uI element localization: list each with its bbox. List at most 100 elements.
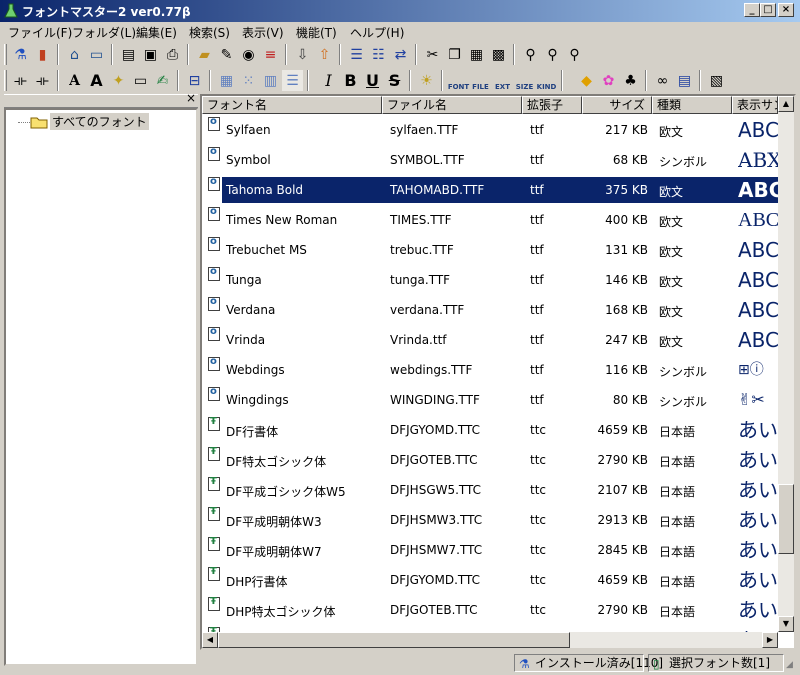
resize-grip[interactable]: ◢ [786,660,798,672]
font-size-large-button[interactable]: A [86,70,107,91]
tree-item-all-fonts[interactable]: すべてのフォント [50,113,149,130]
close-icon[interactable]: × [186,91,196,105]
pen-icon[interactable]: ✍ [152,70,173,91]
scroll-right-button[interactable]: ▶ [762,632,778,648]
character-icon[interactable]: ♣ [620,70,641,91]
table-row[interactable]: Ŧ DF平成明朝体W7 DFJHSMW7.TTC ttc 2845 KB 日本語 あい [202,534,778,564]
ruler-icon[interactable]: ▭ [130,70,151,91]
table-row[interactable]: Ŧ DF特太ゴシック体 DFJGOTEB.TTC ttc 2790 KB 日本語 あい [202,444,778,474]
sort-ext-button[interactable]: EXT [492,70,513,91]
table-row[interactable]: ο Verdana verdana.TTF ttf 168 KB 欧文 ABC [202,294,778,324]
italic-button[interactable]: I [318,70,339,91]
print-icon[interactable]: ⎙ [162,44,183,65]
color-icon[interactable]: ✦ [108,70,129,91]
menu-tools[interactable]: 機能(T) [296,24,337,41]
compare-icon[interactable]: ≡ [260,44,281,65]
column-header-sample[interactable]: 表示サンプル [732,96,778,114]
table-row[interactable]: Ŧ DHP特太ゴシック体 DFJGOTEB.TTC ttc 2790 KB 日本語 あい [202,594,778,624]
menu-help[interactable]: ヘルプ(H) [350,24,404,41]
home-icon[interactable]: ⌂ [64,44,85,65]
menu-search[interactable]: 検索(S) [189,24,230,41]
large-icons-icon[interactable]: ▦ [216,70,237,91]
sort-font-button[interactable]: FONT [448,70,469,91]
align-center-icon[interactable]: ☷ [368,44,389,65]
horizontal-scroll-thumb[interactable] [218,632,570,648]
cut-icon[interactable]: ✂ [422,44,443,65]
width-narrow-icon[interactable]: ⟛ [10,70,31,91]
details-view-icon[interactable]: ☰ [282,70,303,91]
small-icons-icon[interactable]: ⁙ [238,70,259,91]
title-bar[interactable]: フォントマスター2 ver0.77β _ □ × [0,0,800,22]
column-header-size[interactable]: サイズ [582,96,652,114]
book-icon[interactable]: ▭ [86,44,107,65]
import-icon[interactable]: ⇩ [292,44,313,65]
table-row[interactable]: Ŧ DF行書体 DFJGYOMD.TTC ttc 4659 KB 日本語 あい [202,414,778,444]
menu-folder[interactable]: フォルダ(L) [72,24,136,41]
width-wide-icon[interactable]: ⟛ [32,70,53,91]
settings-icon[interactable]: ▧ [706,70,727,91]
table-row[interactable]: ο Webdings webdings.TTF ttf 116 KB シンボル ⊞ⓘ [202,354,778,384]
column-header-file-name[interactable]: ファイル名 [382,96,522,114]
menu-edit[interactable]: 編集(E) [136,24,177,41]
menu-view[interactable]: 表示(V) [242,24,284,41]
scroll-up-button[interactable]: ▲ [778,96,794,112]
scroll-down-button[interactable]: ▼ [778,616,794,632]
zoom-out-icon[interactable]: ⚲ [564,44,585,65]
table-row[interactable]: Ŧ DF平成明朝体W3 DFJHSMW3.TTC ttc 2913 KB 日本語 あい [202,504,778,534]
column-header-ext[interactable]: 拡張子 [522,96,582,114]
install-icon[interactable]: ⚗ [10,44,31,65]
zoom-in-icon[interactable]: ⚲ [542,44,563,65]
toolbar-grip[interactable] [4,44,7,65]
lightbulb-icon[interactable]: ☀ [416,70,437,91]
column-header-font-name[interactable]: フォント名 [202,96,382,114]
view-icon[interactable]: ◉ [238,44,259,65]
vertical-scrollbar[interactable]: ▲ ▼ [778,96,794,632]
font-size-small-button[interactable]: A [64,70,85,91]
paste-icon[interactable]: ▦ [466,44,487,65]
vertical-scroll-thumb[interactable] [778,484,794,554]
folder-tree[interactable]: すべてのフォント [4,108,198,666]
table-row[interactable]: Ŧ DHP行書体 DFJGYOMD.TTC ttc 4659 KB 日本語 あい [202,564,778,594]
strikeout-button[interactable]: S [384,70,405,91]
folder-open-icon[interactable]: ▰ [194,44,215,65]
delete-icon[interactable]: ▩ [488,44,509,65]
font-list[interactable]: フォント名 ファイル名 拡張子 サイズ 種類 表示サンプル ο Sylfaen sy… [200,94,796,650]
export-icon[interactable]: ⇧ [314,44,335,65]
table-row[interactable]: ο Tahoma Bold TAHOMABD.TTF ttf 375 KB 欧文 ABC [202,174,778,204]
column-header-kind[interactable]: 種類 [652,96,732,114]
table-row[interactable]: ο Wingdings WINGDING.TTF ttf 80 KB シンボル ✌✂ [202,384,778,414]
glasses-icon[interactable]: ∞ [652,70,673,91]
uninstall-icon[interactable]: ▮ [32,44,53,65]
sort-size-button[interactable]: SIZE [514,70,535,91]
table-row[interactable]: ο Times New Roman TIMES.TTF ttf 400 KB 欧文 ABC [202,204,778,234]
maximize-button[interactable]: □ [760,3,776,17]
window-icon[interactable]: ▤ [674,70,695,91]
table-row[interactable]: ο Symbol SYMBOL.TTF ttf 68 KB シンボル ΑΒΧ [202,144,778,174]
horizontal-scrollbar[interactable]: ◀ ▶ [202,632,778,648]
color-wheel-icon[interactable]: ✿ [598,70,619,91]
underline-button[interactable]: U [362,70,383,91]
close-button[interactable]: × [778,3,794,17]
swap-icon[interactable]: ⇄ [390,44,411,65]
table-row[interactable]: ο Sylfaen sylfaen.TTF ttf 217 KB 欧文 ABC [202,114,778,144]
table-row[interactable]: Ŧ DF平成ゴシック体W5 DFJHSGW5.TTC ttc 2107 KB 日本語 あい [202,474,778,504]
palette-icon[interactable]: ◆ [576,70,597,91]
minimize-button[interactable]: _ [744,3,760,17]
bold-button[interactable]: B [340,70,361,91]
preview-icon[interactable]: ▣ [140,44,161,65]
toolbar-grip[interactable] [4,70,7,91]
tree-view-icon[interactable]: ⊟ [184,70,205,91]
table-row[interactable]: ο Trebuchet MS trebuc.TTF ttf 131 KB 欧文 ABC [202,234,778,264]
table-row[interactable]: ο Tunga tunga.TTF ttf 146 KB 欧文 ABC [202,264,778,294]
table-row[interactable]: ο Vrinda Vrinda.ttf ttf 247 KB 欧文 ABC [202,324,778,354]
properties-icon[interactable]: ▤ [118,44,139,65]
menu-file[interactable]: ファイル(F) [8,24,72,41]
sort-kind-button[interactable]: KIND [536,70,557,91]
copy-icon[interactable]: ❐ [444,44,465,65]
scroll-left-button[interactable]: ◀ [202,632,218,648]
align-left-icon[interactable]: ☰ [346,44,367,65]
list-view-icon[interactable]: ▥ [260,70,281,91]
sort-file-button[interactable]: FILE [470,70,491,91]
edit-icon[interactable]: ✎ [216,44,237,65]
search-icon[interactable]: ⚲ [520,44,541,65]
